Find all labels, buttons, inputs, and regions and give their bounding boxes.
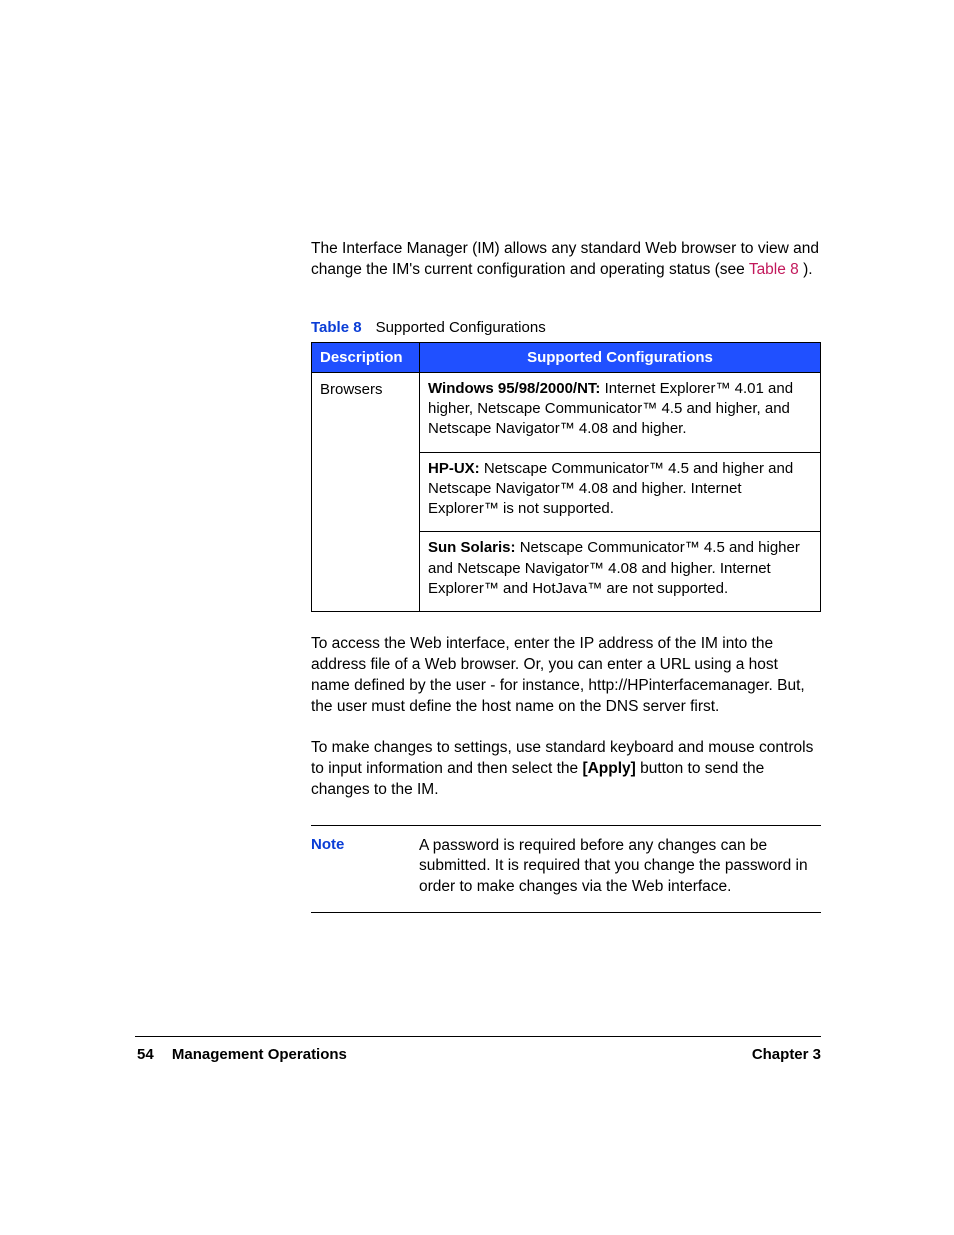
table-row: Browsers Windows 95/98/2000/NT: Internet… [312,372,821,611]
chapter-label: Chapter 3 [752,1046,821,1063]
config-lead: HP-UX: [428,460,480,477]
changes-paragraph: To make changes to settings, use standar… [311,738,821,801]
page-number: 54 [137,1046,154,1063]
table-header-configs: Supported Configurations [420,342,821,372]
config-block-hpux: HP-UX: Netscape Communicator™ 4.5 and hi… [420,452,820,532]
table-caption: Table 8 Supported Configurations [311,319,821,336]
page-footer: 54 Management Operations Chapter 3 [137,1046,821,1063]
apply-button-label: [Apply] [582,760,635,777]
note-block: Note A password is required before any c… [311,825,821,914]
config-block-solaris: Sun Solaris: Netscape Communicator™ 4.5 … [420,531,820,611]
table-header-description: Description [312,342,420,372]
intro-paragraph: The Interface Manager (IM) allows any st… [311,239,821,281]
footer-divider [135,1036,821,1037]
note-text: A password is required before any change… [419,836,821,899]
table-caption-label: Table 8 [311,319,362,336]
intro-text-after: ). [799,261,813,278]
access-paragraph: To access the Web interface, enter the I… [311,634,821,718]
row-label-cell: Browsers [312,372,420,611]
footer-left: 54 Management Operations [137,1046,347,1063]
config-block-windows: Windows 95/98/2000/NT: Internet Explorer… [420,373,820,452]
section-title: Management Operations [172,1046,347,1063]
supported-config-table: Description Supported Configurations Bro… [311,342,821,612]
note-label: Note [311,836,419,899]
page-content: The Interface Manager (IM) allows any st… [311,239,821,913]
config-rest: Netscape Communicator™ 4.5 and higher an… [428,460,793,518]
table-caption-title: Supported Configurations [376,319,546,336]
config-lead: Sun Solaris: [428,539,516,556]
intro-text-before: The Interface Manager (IM) allows any st… [311,240,819,278]
config-lead: Windows 95/98/2000/NT: [428,380,600,397]
row-content-cell: Windows 95/98/2000/NT: Internet Explorer… [420,372,821,611]
table-reference-link[interactable]: Table 8 [749,261,799,278]
